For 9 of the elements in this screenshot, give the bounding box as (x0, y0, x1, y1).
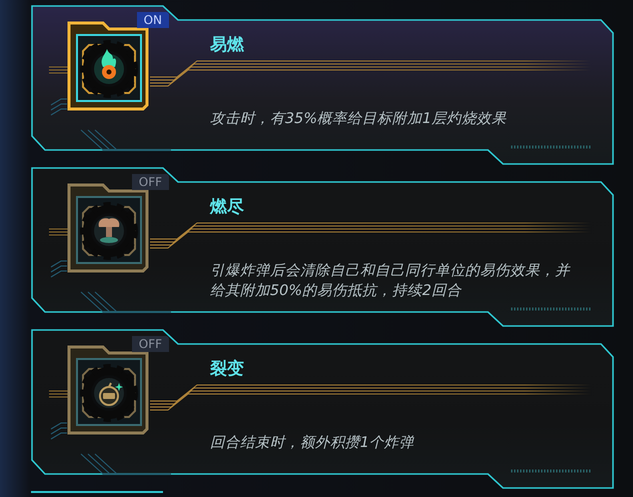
skill-description: 回合结束时，额外积攒1个炸弹 (210, 434, 414, 453)
skill-title: 易燃 (210, 34, 245, 57)
status-badge: OFF (132, 336, 169, 352)
skill-description: 引爆炸弹后会清除自己和自己同行单位的易伤效果，并给其附加50%的易伤抵抗，持续2回合 (210, 262, 572, 301)
skill-title: 燃尽 (210, 196, 245, 219)
skill-title: 裂变 (210, 358, 245, 381)
skill-description: 攻击时，有35%概率给目标附加1层灼烧效果 (210, 110, 506, 129)
status-badge: OFF (132, 174, 169, 190)
status-badge: ON (136, 12, 169, 28)
